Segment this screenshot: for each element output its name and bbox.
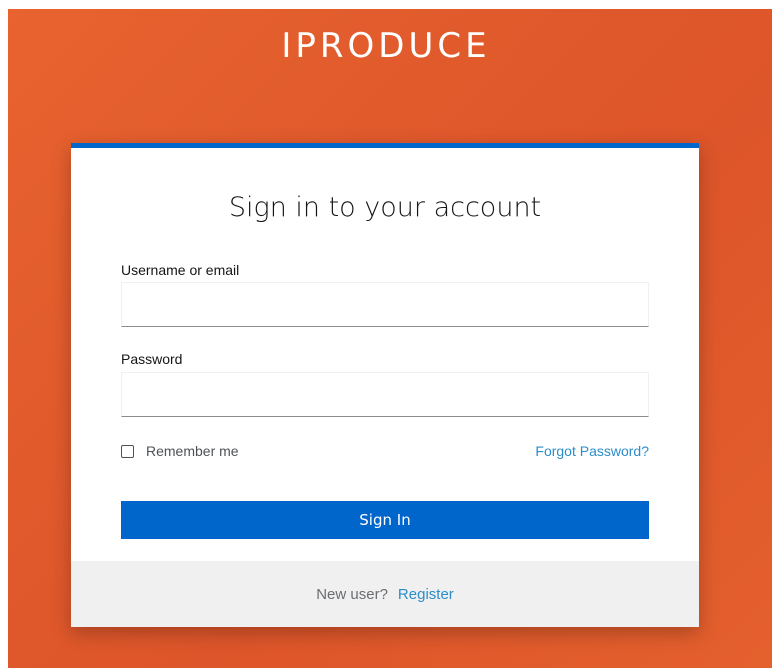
sign-in-button[interactable]: Sign In bbox=[121, 501, 649, 539]
remember-me-option[interactable]: Remember me bbox=[121, 443, 239, 459]
password-label: Password bbox=[121, 351, 183, 367]
remember-me-checkbox[interactable] bbox=[121, 444, 134, 458]
brand-title: IPRODUCE bbox=[281, 26, 491, 66]
forgot-password-link[interactable]: Forgot Password? bbox=[535, 443, 649, 459]
username-input[interactable] bbox=[121, 282, 649, 327]
register-link[interactable]: Register bbox=[398, 586, 454, 603]
login-card: Sign in to your account Username or emai… bbox=[71, 143, 699, 627]
new-user-prompt: New user? bbox=[316, 585, 388, 603]
register-footer: New user? Register bbox=[71, 561, 699, 627]
username-label: Username or email bbox=[121, 262, 240, 278]
login-heading: Sign in to your account bbox=[228, 192, 542, 223]
remember-me-label: Remember me bbox=[146, 443, 239, 459]
password-input[interactable] bbox=[121, 372, 649, 417]
